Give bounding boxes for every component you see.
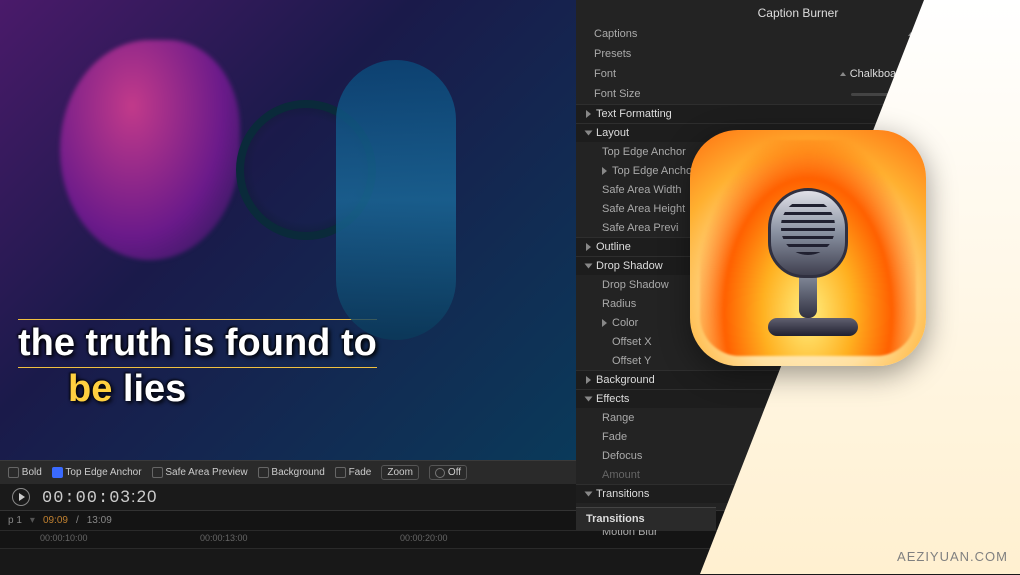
- background-toggle[interactable]: Background: [258, 467, 325, 478]
- timeline-tracks[interactable]: [0, 549, 1020, 575]
- disclosure-triangle-icon: [586, 243, 591, 251]
- clip-name[interactable]: p 1: [8, 515, 22, 526]
- caption-overlay: the truth is found to be lies: [18, 319, 377, 412]
- disclosure-triangle-icon: [585, 131, 593, 136]
- disclosure-triangle-icon: [586, 110, 591, 118]
- ruler-tick: 00:00:20:00: [400, 533, 448, 543]
- font-family-select[interactable]: Chalkboard: [840, 68, 916, 80]
- help-link[interactable]: Help: [987, 6, 1010, 18]
- timecode-display[interactable]: 00:00:03:20: [42, 487, 158, 508]
- playhead-position: 09:09: [43, 515, 68, 526]
- save-link[interactable]: Save: [985, 46, 1010, 58]
- clip-duration: 13:09: [87, 515, 112, 526]
- font-label: Font: [594, 68, 714, 80]
- caption-line-2: be lies: [18, 368, 377, 412]
- preview-mic-shape: [236, 100, 376, 240]
- disclosure-triangle-icon: [602, 319, 607, 327]
- caption-line-1: the truth is found to: [18, 319, 377, 369]
- background-group[interactable]: Background: [576, 370, 1020, 389]
- caption-highlight-word: be: [68, 368, 112, 410]
- edit-link[interactable]: Edit: [985, 28, 1010, 40]
- transitions-group[interactable]: Transitions: [576, 484, 1020, 503]
- disclosure-triangle-icon: [586, 376, 591, 384]
- captions-row: Captions English: [576, 24, 1020, 44]
- safe-area-preview-toggle[interactable]: Safe Area Preview: [152, 467, 248, 478]
- disclosure-triangle-icon: [585, 264, 593, 269]
- font-row: Font Chalkboard Bold: [576, 64, 1020, 84]
- presets-label: Presets: [594, 48, 714, 60]
- play-button[interactable]: [12, 488, 30, 506]
- fade-row[interactable]: Fade: [576, 427, 1020, 446]
- text-formatting-group[interactable]: Text Formatting: [576, 104, 1020, 123]
- amount-row[interactable]: Amount: [576, 465, 1020, 484]
- disclosure-triangle-icon: [602, 167, 607, 175]
- off-toggle[interactable]: Off: [429, 465, 467, 480]
- presets-select[interactable]: Lyrics!: [913, 48, 964, 60]
- font-size-slider[interactable]: [851, 93, 921, 96]
- caption-rest: lies: [112, 368, 186, 410]
- captions-select[interactable]: English: [908, 28, 964, 40]
- transitions-tab[interactable]: Transitions: [576, 507, 716, 530]
- range-row[interactable]: Range: [576, 408, 1020, 427]
- record-icon: [435, 468, 445, 478]
- app-icon: [690, 130, 926, 366]
- playbar: 00:00:03:20: [0, 484, 576, 510]
- microphone-icon: [768, 188, 848, 308]
- top-edge-anchor-toggle[interactable]: Top Edge Anchor: [52, 467, 142, 478]
- zoom-select[interactable]: Zoom: [381, 465, 419, 480]
- font-size-value[interactable]: 38.0: [927, 88, 948, 100]
- watermark-text: AEZIYUAN.COM: [897, 549, 1008, 564]
- preview-toolbar: Bold Top Edge Anchor Safe Area Preview B…: [0, 460, 576, 484]
- captions-label: Captions: [594, 28, 714, 40]
- disclosure-triangle-icon: [585, 492, 593, 497]
- video-preview[interactable]: the truth is found to be lies: [0, 0, 576, 460]
- disclosure-triangle-icon: [585, 397, 593, 402]
- bold-toggle[interactable]: Bold: [8, 467, 42, 478]
- defocus-row[interactable]: Defocus: [576, 446, 1020, 465]
- presets-row: Presets Lyrics!: [576, 44, 1020, 64]
- ruler-tick: 00:00:10:00: [40, 533, 88, 543]
- fade-toggle[interactable]: Fade: [335, 467, 372, 478]
- ruler-tick: 00:00:13:00: [200, 533, 248, 543]
- font-weight-select[interactable]: Bold: [922, 68, 964, 80]
- font-size-label: Font Size: [594, 88, 714, 100]
- inspector-title: Caption Burner: [576, 0, 1020, 24]
- effects-group[interactable]: Effects: [576, 389, 1020, 408]
- font-size-row: Font Size 38.0 %: [576, 84, 1020, 104]
- font-size-unit: %: [954, 88, 964, 100]
